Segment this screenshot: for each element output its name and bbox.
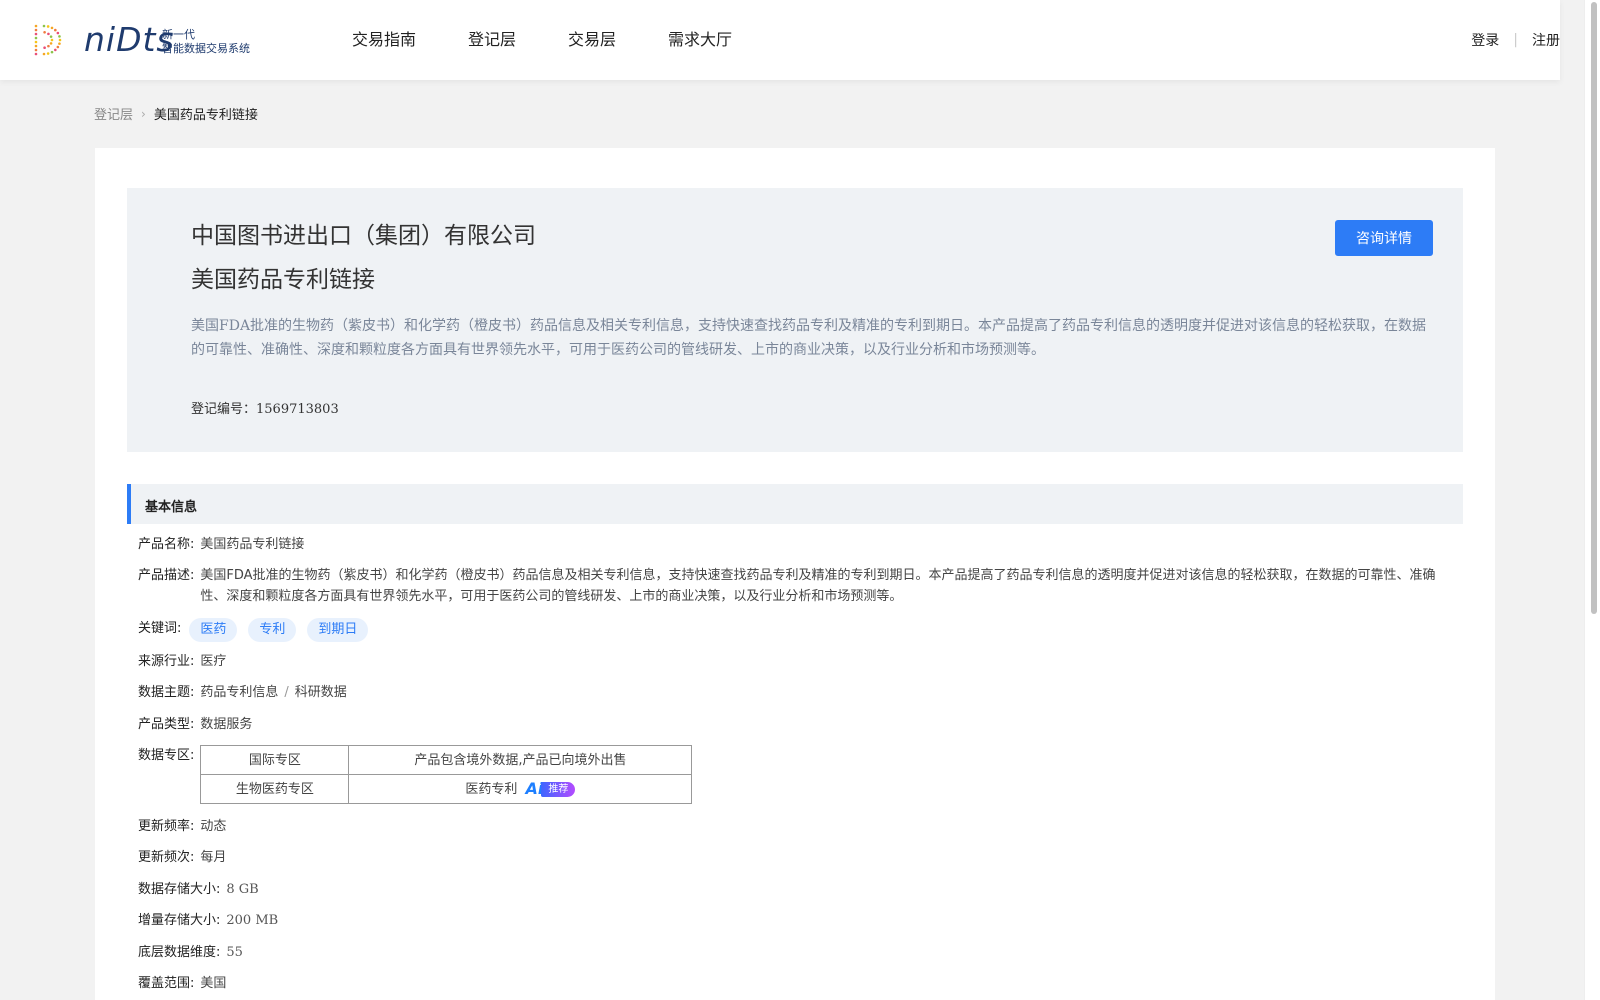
keyword-tag[interactable]: 医药 xyxy=(189,618,238,642)
zone-detail-cell: 医药专利 Ai 推荐 xyxy=(348,774,693,804)
nav-registry-layer[interactable]: 登记层 xyxy=(468,0,516,80)
info-row-increment: 增量存储大小: 200 MB xyxy=(138,910,278,931)
dimension-value: 55 xyxy=(226,945,243,960)
registration-label: 登记编号： xyxy=(191,402,257,417)
info-row-zone: 数据专区: 国际专区 产品包含境外数据,产品已向境外出售 生物医药专区 医药专利… xyxy=(138,745,693,804)
nav-trade-layer[interactable]: 交易层 xyxy=(568,0,616,80)
theme-separator: / xyxy=(284,685,289,700)
logo-subtitle: 新一代 智能数据交易系统 xyxy=(162,28,250,56)
ai-recommend-label: 推荐 xyxy=(541,781,576,797)
register-link[interactable]: 注册 xyxy=(1532,30,1560,50)
info-row-dimension: 底层数据维度: 55 xyxy=(138,942,243,963)
product-desc-label: 产品描述: xyxy=(138,568,195,583)
keywords-label: 关键词: xyxy=(138,621,182,636)
zone-detail-text: 医药专利 xyxy=(465,781,518,797)
coverage-value: 美国 xyxy=(200,976,227,991)
chevron-right-icon: › xyxy=(141,106,146,121)
info-row-type: 产品类型: 数据服务 xyxy=(138,714,252,735)
update-rate-value: 动态 xyxy=(200,819,227,834)
logo-dots-icon xyxy=(34,24,62,56)
info-row-product-name: 产品名称: 美国药品专利链接 xyxy=(138,534,304,555)
breadcrumb: 登记层 › 美国药品专利链接 xyxy=(94,104,258,124)
coverage-label: 覆盖范围: xyxy=(138,976,195,991)
page-scrollbar-thumb[interactable] xyxy=(1591,2,1597,614)
theme-primary: 药品专利信息 xyxy=(200,685,279,700)
zone-label: 数据专区: xyxy=(138,748,195,763)
theme-value: 药品专利信息 / 科研数据 xyxy=(200,682,346,703)
product-name-value: 美国药品专利链接 xyxy=(200,537,305,552)
info-row-storage: 数据存储大小: 8 GB xyxy=(138,879,259,900)
ai-recommend-badge: Ai 推荐 xyxy=(526,780,576,798)
keyword-tag[interactable]: 专利 xyxy=(248,618,297,642)
company-name: 中国图书进出口（集团）有限公司 xyxy=(191,223,536,249)
basic-info-header: 基本信息 xyxy=(127,484,1463,524)
table-row: 国际专区 产品包含境外数据,产品已向境外出售 xyxy=(200,745,693,775)
zone-name-cell: 国际专区 xyxy=(200,745,350,775)
nav-demand-hall[interactable]: 需求大厅 xyxy=(668,0,732,80)
theme-secondary: 科研数据 xyxy=(294,685,347,700)
info-row-update-rate: 更新频率: 动态 xyxy=(138,816,226,837)
registration-value: 1569713803 xyxy=(256,402,339,417)
product-title: 美国药品专利链接 xyxy=(191,267,375,293)
product-desc-value: 美国FDA批准的生物药（紫皮书）和化学药（橙皮书）药品信息及相关专利信息，支持快… xyxy=(200,568,1436,604)
top-header: niDts 新一代 智能数据交易系统 交易指南 登记层 交易层 需求大厅 登录 … xyxy=(0,0,1560,80)
product-name-label: 产品名称: xyxy=(138,537,195,552)
zone-detail-cell: 产品包含境外数据,产品已向境外出售 xyxy=(348,745,693,775)
storage-label: 数据存储大小: xyxy=(138,882,221,897)
nav-trade-guide[interactable]: 交易指南 xyxy=(352,0,416,80)
zone-table: 国际专区 产品包含境外数据,产品已向境外出售 生物医药专区 医药专利 Ai 推荐 xyxy=(200,745,693,804)
product-summary: 美国FDA批准的生物药（紫皮书）和化学药（橙皮书）药品信息及相关专利信息，支持快… xyxy=(191,318,1427,358)
type-label: 产品类型: xyxy=(138,717,195,732)
logo-subtitle-line1: 新一代 xyxy=(162,28,195,41)
table-row: 生物医药专区 医药专利 Ai 推荐 xyxy=(200,774,693,804)
product-hero: 中国图书进出口（集团）有限公司 美国药品专利链接 美国FDA批准的生物药（紫皮书… xyxy=(127,188,1463,452)
update-freq-value: 每月 xyxy=(200,850,227,865)
increment-label: 增量存储大小: xyxy=(138,913,221,928)
info-row-coverage: 覆盖范围: 美国 xyxy=(138,973,226,994)
update-rate-label: 更新频率: xyxy=(138,819,195,834)
type-value: 数据服务 xyxy=(200,717,253,732)
theme-label: 数据主题: xyxy=(138,685,195,700)
storage-value: 8 GB xyxy=(226,882,259,897)
increment-value: 200 MB xyxy=(226,913,279,928)
keyword-tag[interactable]: 到期日 xyxy=(307,618,369,642)
product-detail-card: 中国图书进出口（集团）有限公司 美国药品专利链接 美国FDA批准的生物药（紫皮书… xyxy=(95,148,1495,1000)
auth-links: 登录 | 注册 xyxy=(1471,0,1560,80)
keyword-tags: 医药 专利 到期日 xyxy=(189,618,379,642)
info-row-industry: 来源行业: 医疗 xyxy=(138,651,226,672)
breadcrumb-current: 美国药品专利链接 xyxy=(153,108,258,123)
registration-number: 登记编号：1569713803 xyxy=(191,398,339,417)
dimension-label: 底层数据维度: xyxy=(138,945,221,960)
industry-label: 来源行业: xyxy=(138,654,195,669)
site-logo[interactable]: niDts 新一代 智能数据交易系统 xyxy=(30,20,260,60)
main-nav: 交易指南 登记层 交易层 需求大厅 xyxy=(352,0,784,80)
industry-value: 医疗 xyxy=(200,654,227,669)
info-row-update-freq: 更新频次: 每月 xyxy=(138,847,226,868)
breadcrumb-parent[interactable]: 登记层 xyxy=(94,104,133,123)
info-row-theme: 数据主题: 药品专利信息 / 科研数据 xyxy=(138,682,347,703)
section-title: 基本信息 xyxy=(145,500,198,515)
update-freq-label: 更新频次: xyxy=(138,850,195,865)
info-row-product-desc: 产品描述: 美国FDA批准的生物药（紫皮书）和化学药（橙皮书）药品信息及相关专利… xyxy=(138,565,1440,607)
zone-name-cell: 生物医药专区 xyxy=(200,774,350,804)
auth-divider: | xyxy=(1513,32,1518,48)
login-link[interactable]: 登录 xyxy=(1471,30,1499,50)
consult-details-button[interactable]: 咨询详情 xyxy=(1335,220,1433,256)
logo-subtitle-line2: 智能数据交易系统 xyxy=(162,42,250,55)
info-row-keywords: 关键词: 医药 专利 到期日 xyxy=(138,618,379,642)
